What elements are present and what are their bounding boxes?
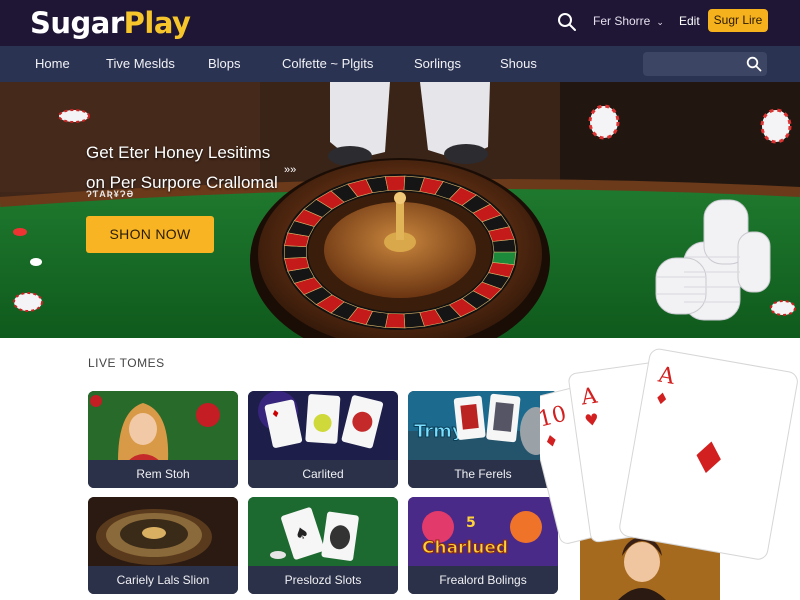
- game-card[interactable]: Trmy The Ferels: [408, 391, 558, 488]
- card6-art-text: Charlued: [422, 538, 508, 558]
- signup-button[interactable]: Sugr Lire: [708, 9, 768, 32]
- hero-title-line1: Get Eter Honey Lesitims: [86, 143, 271, 162]
- chevron-down-icon: ⌄: [656, 17, 664, 27]
- roulette-pocket: [284, 245, 307, 259]
- roulette-table-image: [0, 82, 800, 338]
- nav-item-collections[interactable]: Colfette ~ Plgits: [282, 56, 373, 71]
- section-title: LIVE TOMES: [88, 356, 165, 370]
- roulette-pocket: [492, 238, 517, 253]
- svg-text:♥: ♥: [583, 410, 600, 431]
- nav-item-live-games[interactable]: Tive Meslds: [106, 56, 175, 71]
- search-icon[interactable]: [745, 55, 763, 73]
- logo-text-sugar: Sugar: [30, 6, 124, 40]
- double-arrow-icon: »»: [284, 164, 297, 176]
- game-card[interactable]: Cariely Lals Slion: [88, 497, 238, 594]
- main-nav: Home Tive Meslds Blops Colfette ~ Plgits…: [0, 46, 800, 82]
- playing-cards-decoration: 10 ♦ A ♥ A ♦ ♦: [540, 348, 798, 600]
- shop-now-button[interactable]: SHON NOW: [86, 216, 214, 253]
- language-label: Fer Shorre: [593, 14, 651, 28]
- game-card-label: Rem Stoh: [88, 460, 238, 488]
- logo[interactable]: SugarPlay: [30, 6, 191, 40]
- game-card[interactable]: 5 Charlued Frealord Bolings: [408, 497, 558, 594]
- game-card[interactable]: ♦ Carlited: [248, 391, 398, 488]
- search-icon[interactable]: [556, 11, 578, 33]
- nav-item-sortings[interactable]: Sorlings: [414, 56, 461, 71]
- game-card-label: Frealord Bolings: [408, 566, 558, 594]
- nav-item-blogs[interactable]: Blops: [208, 56, 241, 71]
- game-card[interactable]: Rem Stoh: [88, 391, 238, 488]
- edit-link[interactable]: Edit: [679, 14, 700, 28]
- hero-banner: Get Eter Honey Lesitims on Per Surpore C…: [0, 82, 800, 338]
- roulette-pocket: [384, 175, 406, 191]
- game-card-label: Carlited: [248, 460, 398, 488]
- top-bar: SugarPlay Fer Shorre ⌄ Edit Sugr Lire: [0, 0, 800, 46]
- hero-subtext: ɁƬAƦ¥ɁƏ: [86, 189, 135, 199]
- game-card-label: Cariely Lals Slion: [88, 566, 238, 594]
- nav-item-shows[interactable]: Shous: [500, 56, 537, 71]
- card6-art-number: 5: [466, 515, 476, 531]
- game-card-label: The Ferels: [408, 460, 558, 488]
- language-selector[interactable]: Fer Shorre ⌄: [593, 14, 664, 28]
- nav-search-input[interactable]: [643, 52, 767, 76]
- game-card-label: Preslozd Slots: [248, 566, 398, 594]
- logo-text-play: Play: [123, 6, 191, 40]
- game-card[interactable]: ♠ Preslozd Slots: [248, 497, 398, 594]
- roulette-pocket: [384, 313, 406, 329]
- nav-item-home[interactable]: Home: [35, 56, 70, 71]
